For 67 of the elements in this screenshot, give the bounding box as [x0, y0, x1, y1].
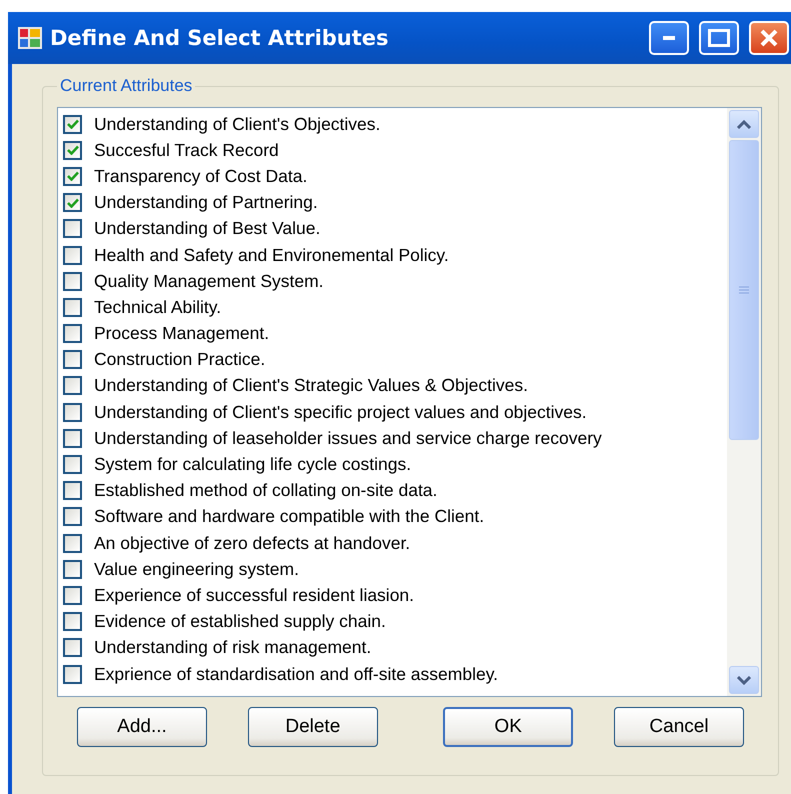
item-label[interactable]: Software and hardware compatible with the Client. — [94, 506, 484, 528]
item-label[interactable]: Evidence of established supply chain. — [94, 611, 386, 632]
checkbox[interactable] — [63, 481, 82, 500]
scroll-up-button[interactable] — [729, 110, 759, 138]
checkbox[interactable] — [63, 507, 82, 526]
minimize-button[interactable] — [649, 21, 689, 55]
item-label[interactable]: Transparency of Cost Data. — [94, 166, 308, 187]
check-icon — [66, 119, 78, 130]
check-icon — [66, 145, 78, 156]
checkbox[interactable] — [63, 402, 82, 422]
checkbox[interactable] — [63, 140, 82, 160]
chevron-up-icon — [737, 120, 751, 128]
item-label[interactable]: Quality Management System. — [94, 270, 324, 292]
item-label[interactable]: Understanding of Client's Strategic Values & Objectives. — [94, 375, 528, 396]
maximize-icon — [708, 29, 730, 47]
minimize-icon — [663, 36, 675, 40]
close-icon — [759, 28, 779, 48]
chevron-down-icon — [737, 676, 751, 684]
dialog-button[interactable]: OK — [443, 707, 574, 747]
item-label[interactable]: An objective of zero defects at handover. — [94, 532, 410, 554]
checkbox[interactable] — [63, 376, 82, 396]
scrollbar[interactable] — [727, 108, 761, 696]
item-label[interactable]: Construction Practice. — [94, 349, 266, 370]
item-label[interactable]: Value engineering system. — [94, 558, 299, 580]
checkbox[interactable] — [63, 664, 82, 684]
dialog-button[interactable]: Delete — [248, 707, 378, 747]
window-title: Define And Select Attributes — [50, 26, 390, 50]
item-label[interactable]: Understanding of Best Value. — [94, 218, 320, 240]
checkbox[interactable] — [63, 272, 82, 291]
dialog-button[interactable]: Add... — [77, 707, 207, 747]
grip-icon — [739, 286, 749, 294]
checkbox[interactable] — [63, 586, 82, 605]
maximize-button[interactable] — [699, 21, 739, 55]
item-label[interactable]: Health and Safety and Environemental Policy. — [94, 244, 449, 266]
item-label[interactable]: Understanding of leaseholder issues and service charge recovery — [94, 428, 602, 449]
item-label[interactable]: System for calculating life cycle costings. — [94, 454, 412, 476]
item-label[interactable]: Understanding of Client's specific project values and objectives. — [94, 402, 587, 423]
item-label[interactable]: Technical Ability. — [94, 296, 222, 318]
checkbox[interactable] — [63, 166, 82, 186]
checkbox[interactable] — [63, 350, 82, 370]
dialog-button[interactable]: Cancel — [614, 707, 744, 747]
checkbox[interactable] — [63, 193, 82, 212]
checkbox[interactable] — [63, 455, 82, 474]
item-label[interactable]: Exprience of standardisation and off-site assembley. — [94, 664, 498, 685]
checkbox[interactable] — [63, 560, 82, 579]
app-icon — [18, 27, 42, 49]
scroll-thumb[interactable] — [729, 140, 759, 440]
item-label[interactable]: Succesful Track Record — [94, 140, 279, 161]
checkbox[interactable] — [63, 534, 82, 553]
checkbox[interactable] — [63, 246, 82, 265]
close-button[interactable] — [749, 21, 789, 55]
check-icon — [66, 198, 78, 208]
item-label[interactable]: Process Management. — [94, 323, 270, 344]
item-label[interactable]: Understanding of Client's Objectives. — [94, 114, 380, 135]
scroll-down-button[interactable] — [729, 666, 759, 694]
item-label[interactable]: Understanding of Partnering. — [94, 192, 318, 214]
checkbox[interactable] — [63, 219, 82, 238]
checkbox[interactable] — [63, 298, 82, 317]
checkbox[interactable] — [63, 324, 82, 344]
checkbox[interactable] — [63, 428, 82, 448]
item-label[interactable]: Experience of successful resident liasion. — [94, 584, 414, 606]
checkbox[interactable] — [63, 612, 82, 632]
checkbox[interactable] — [63, 638, 82, 658]
checkbox[interactable] — [63, 114, 82, 134]
check-icon — [66, 171, 78, 182]
item-label[interactable]: Understanding of risk management. — [94, 637, 372, 658]
item-label[interactable]: Established method of collating on-site data. — [94, 480, 438, 502]
